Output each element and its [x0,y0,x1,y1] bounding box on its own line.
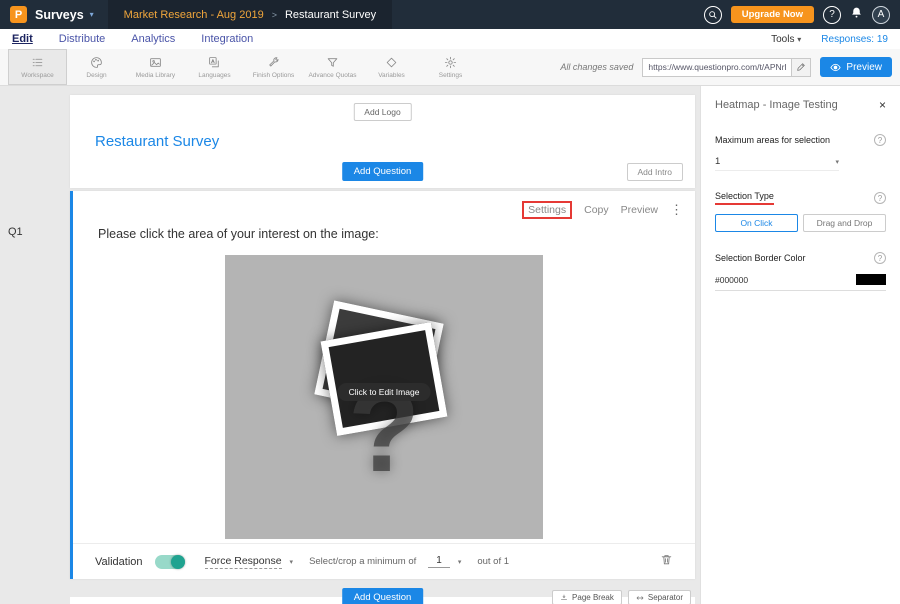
question-card: Settings Copy Preview ⋮ Please click the… [70,191,695,579]
kebab-menu-icon[interactable]: ⋮ [670,202,683,218]
page-break-button[interactable]: Page Break [552,590,622,604]
heatmap-image-placeholder[interactable]: ? Click to Edit Image [225,255,543,539]
tab-analytics[interactable]: Analytics [131,33,175,45]
breadcrumb-parent[interactable]: Market Research - Aug 2019 [124,9,264,21]
selection-type-label: Selection Type [715,191,774,205]
drag-and-drop-option-button[interactable]: Drag and Drop [803,214,886,232]
delete-question-trash-icon[interactable] [660,553,673,571]
breadcrumb-separator: > [272,10,277,20]
topbar-actions: Upgrade Now ? A [704,6,890,24]
nav-bar: Edit Distribute Analytics Integration To… [0,29,900,49]
max-areas-label: Maximum areas for selection [715,135,830,145]
border-color-help-icon[interactable]: ? [874,252,886,264]
survey-url-input[interactable] [642,58,792,77]
top-bar: P Surveys ▾ Market Research - Aug 2019 >… [0,0,900,29]
max-areas-help-icon[interactable]: ? [874,134,886,146]
on-click-option-button[interactable]: On Click [715,214,798,232]
tab-distribute[interactable]: Distribute [59,33,105,45]
avatar[interactable]: A [872,6,890,24]
validation-row: Validation Force Response ▾ Select/crop … [73,543,695,579]
questionpro-app: P Surveys ▾ Market Research - Aug 2019 >… [0,0,900,604]
separator-button[interactable]: Separator [628,590,691,604]
breadcrumb: Market Research - Aug 2019 > Restaurant … [108,0,392,29]
add-question-button[interactable]: Add Question [342,162,424,181]
workspace-icon [31,56,44,69]
question-copy-button[interactable]: Copy [584,204,609,216]
color-swatch[interactable] [856,274,886,285]
min-value-select[interactable]: 1 [428,555,450,568]
separator-icon [636,594,644,602]
question-number: Q1 [8,226,23,238]
toolbar-item-variables[interactable]: Variables [362,49,421,85]
edit-url-pencil-icon[interactable] [792,58,811,77]
question-settings-button[interactable]: Settings [522,201,572,219]
questionpro-logo[interactable]: P [10,6,27,23]
toggle-knob [171,555,185,569]
breadcrumb-current: Restaurant Survey [285,9,376,21]
tools-menu[interactable]: Tools ▾ [771,34,801,45]
validation-toggle[interactable] [155,555,185,569]
force-response-select[interactable]: Force Response [205,555,282,569]
survey-url-group [642,58,811,77]
validation-label: Validation [95,556,143,568]
search-icon[interactable] [704,6,722,24]
min-select-suffix: out of 1 [477,556,509,567]
survey-header-card: Add Logo Restaurant Survey Add Question … [70,95,695,188]
chevron-down-icon: ▾ [835,158,839,166]
toolbar-right: All changes saved Preview [560,49,900,85]
min-select-prefix: Select/crop a minimum of [309,556,416,567]
responses-count[interactable]: Responses: 19 [821,34,888,45]
toolbar-item-finish-options[interactable]: Finish Options [244,49,303,85]
toolbar-item-settings[interactable]: Settings [421,49,480,85]
add-intro-button[interactable]: Add Intro [627,163,684,181]
autosave-status: All changes saved [560,62,633,72]
click-to-edit-image-button[interactable]: Click to Edit Image [338,383,431,401]
add-logo-button[interactable]: Add Logo [353,103,411,121]
question-text[interactable]: Please click the area of your interest o… [98,227,379,241]
chevron-down-icon: ▾ [290,558,294,566]
toolbar-item-workspace[interactable]: Workspace [8,49,67,85]
border-color-label: Selection Border Color [715,253,806,263]
editor-toolbar: Workspace Design Media Library Languages… [0,49,900,86]
border-color-field[interactable]: #000000 [715,274,886,291]
toolbar-item-media-library[interactable]: Media Library [126,49,185,85]
toolbar-item-advance-quotas[interactable]: Advance Quotas [303,49,362,85]
design-palette-icon [90,56,103,69]
question-settings-panel: Heatmap - Image Testing × Maximum areas … [700,86,900,604]
panel-title: Heatmap - Image Testing [715,99,838,111]
chevron-down-icon: ▾ [458,558,462,566]
chevron-down-icon: ▾ [797,35,801,44]
eye-icon [830,62,841,73]
finish-options-wrench-icon [267,56,280,69]
toolbar-item-languages[interactable]: Languages [185,49,244,85]
max-areas-select[interactable]: 1 ▾ [715,156,839,171]
preview-button[interactable]: Preview [820,57,892,77]
footer-right: Page Break Separator [552,590,691,604]
media-library-icon [149,56,162,69]
add-question-button-bottom[interactable]: Add Question [342,588,424,604]
footer-row: Add Question Page Break Separator [70,588,695,604]
selection-type-help-icon[interactable]: ? [874,192,886,204]
settings-gear-icon [444,56,457,69]
help-icon[interactable]: ? [823,6,841,24]
page-break-icon [560,594,568,602]
advance-quotas-icon [326,56,339,69]
tab-edit[interactable]: Edit [12,33,33,45]
variables-diamond-icon [385,56,398,69]
tab-integration[interactable]: Integration [201,33,253,45]
question-actions: Settings Copy Preview ⋮ [522,201,683,219]
question-preview-button[interactable]: Preview [621,204,658,216]
border-color-value: #000000 [715,275,748,285]
survey-title[interactable]: Restaurant Survey [95,133,219,150]
surveys-menu[interactable]: Surveys [35,8,84,22]
editor-content: Q1 Add Logo Restaurant Survey Add Questi… [0,86,900,604]
languages-icon [208,56,221,69]
upgrade-now-button[interactable]: Upgrade Now [731,6,814,23]
chevron-down-icon[interactable]: ▾ [90,10,94,19]
notifications-bell-icon[interactable] [850,6,863,24]
toolbar-item-design[interactable]: Design [67,49,126,85]
nav-right: Tools ▾ Responses: 19 [771,34,888,45]
close-icon[interactable]: × [879,98,886,112]
